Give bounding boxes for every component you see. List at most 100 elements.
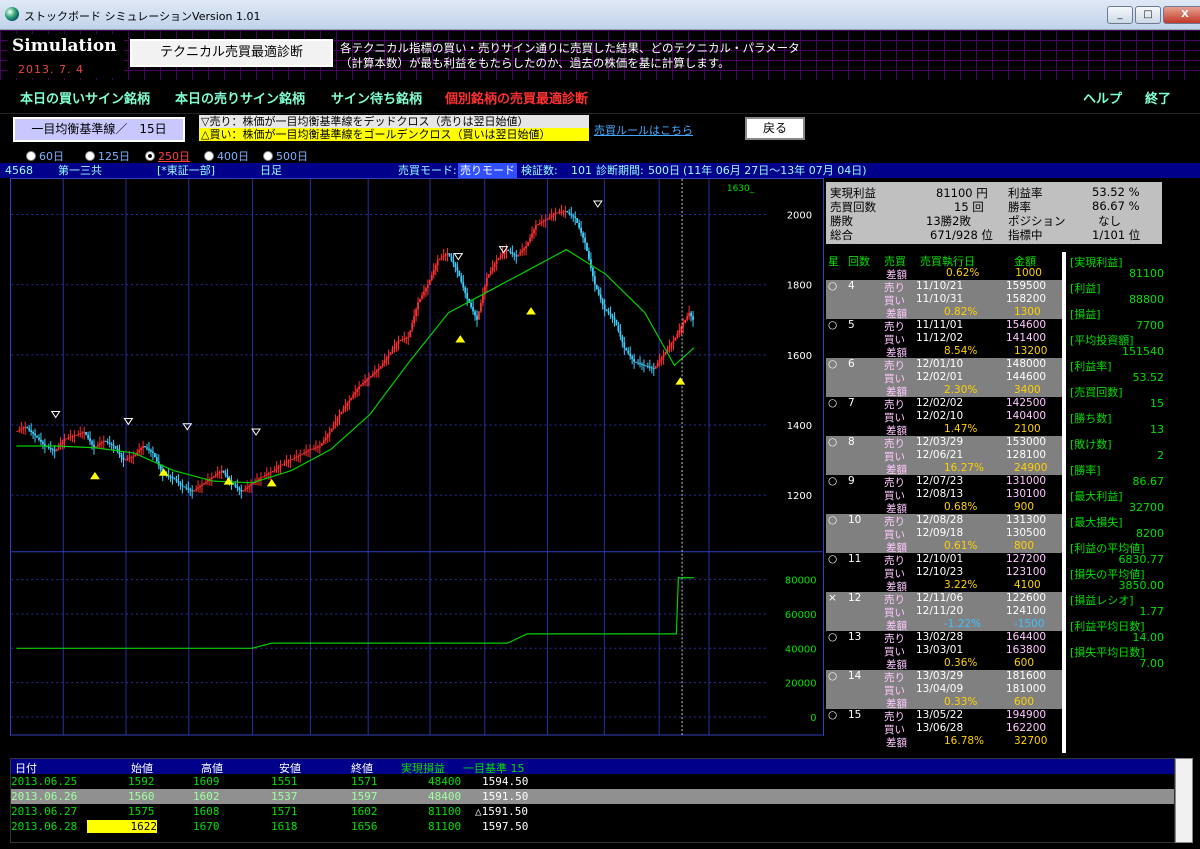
candle-body [49,448,52,450]
table-cell: 48400 [428,790,462,803]
table-cell: 81100 [428,820,462,833]
trade-entry[interactable]: ○ 6 売り 12/01/10 148000 買い 12/02/01 144600 差額 2.30… [826,358,1062,398]
summary-value: 15 [1150,397,1164,410]
candle-body [403,338,406,340]
trade-number: 7 [848,397,855,409]
candle-body [466,293,469,299]
candle-body [674,337,677,341]
trade-date: 12/08/13 [916,488,964,500]
candle-body [448,253,451,257]
period-radio-400[interactable]: 400日 [204,148,249,164]
period-radio-250[interactable]: 250日 [145,148,190,164]
price-tick-label: 1400 [787,421,812,432]
candle-body [646,366,649,368]
back-button[interactable]: 戻る [745,117,805,140]
candle-body [389,352,392,355]
trade-entry[interactable]: ○ 7 売り 12/02/02 142500 買い 12/02/10 140400 差額 1.47… [826,397,1062,437]
candle-body [309,449,311,451]
candle-body [262,476,264,478]
first-diff-row: 差額 0.62% 1000 [826,268,1062,281]
trade-date: 12/10/23 [916,566,964,578]
candle-body [399,340,402,342]
nav-buy-signals[interactable]: 本日の買いサイン銘柄 [20,88,150,107]
trade-entry[interactable]: ○ 15 売り 13/05/22 194900 買い 13/06/28 162200 差額 16.… [826,709,1062,749]
last-price-label: 1630_ [727,184,755,194]
price-chart[interactable]: 2000 1800 1600 1400 1200 80000 60000 40000 2000… [10,178,824,753]
nav-help[interactable]: ヘルプ [1083,88,1122,107]
trade-mark: ○ [828,397,838,409]
table-scrollbar[interactable] [1175,758,1193,843]
trade-entry[interactable]: ○ 10 売り 12/08/28 131300 買い 12/09/18 130500 差額 0.6… [826,514,1062,554]
trade-entry[interactable]: ○ 4 売り 11/10/21 159500 買い 11/10/31 158200 差額 0.82… [826,280,1062,320]
summary-value: 1.77 [1139,605,1165,618]
candle-body [527,241,529,247]
maximize-button[interactable]: □ [1135,6,1161,24]
candle-body [670,343,673,347]
candle-body [607,311,610,314]
trade-date: 11/10/31 [916,293,964,305]
indicator-button[interactable]: 一目均衡基準線／ 15日 [13,117,185,142]
nav-optimal-diagnosis[interactable]: 個別銘柄の売買最適診断 [445,88,588,107]
period-radio-500[interactable]: 500日 [263,148,308,164]
table-row[interactable]: 2013.06.25 1592 1609 1551 1571 48400 1594.50 [11,774,1174,789]
nav-wait-signals[interactable]: サイン待ち銘柄 [331,88,422,107]
period-radio-125[interactable]: 125日 [85,148,130,164]
price-table: 日付 始値 高値 安値 終値 実現損益 一目基準 15 2013.06.25 1592 1609… [10,758,1175,843]
trade-entry[interactable]: ○ 5 売り 11/11/01 154600 買い 11/12/02 141400 差額 8.54… [826,319,1062,359]
candle-body [373,372,376,375]
nav-sell-signals[interactable]: 本日の売りサイン銘柄 [175,88,305,107]
trade-list[interactable]: 差額 0.62% 1000 ○ 4 売り 11/10/21 159500 買い 11/10/… [826,268,1062,753]
trade-rule-link[interactable]: 売買ルールはこちら [594,122,693,138]
trade-amount: 148000 [1006,358,1047,370]
candle-body [138,450,141,453]
trade-entry[interactable]: ○ 13 売り 13/02/28 164400 買い 13/03/01 163800 差額 0.3… [826,631,1062,671]
trade-date: 11/10/21 [916,280,964,292]
trade-amount: 130500 [1006,527,1047,539]
candle-body [273,469,276,471]
period-radio-60[interactable]: 60日 [26,148,64,164]
candle-body [295,456,298,458]
candle-body [574,216,577,219]
trade-number: 6 [848,358,855,370]
candle-body [338,414,341,418]
candle-body [639,363,641,365]
table-cell: 48400 [428,775,462,788]
candle-body [542,220,545,222]
candle-body [621,336,624,343]
table-row[interactable]: 2013.06.26 1560 1602 1537 1597 48400 1591.50 [11,789,1174,804]
table-cell: 1618 [271,820,298,833]
nav-exit[interactable]: 終了 [1145,88,1171,107]
candle-body [446,253,449,255]
trade-amount: 141400 [1006,332,1047,344]
candle-body [481,294,484,303]
candle-body [305,451,308,453]
candle-body [293,457,296,459]
stat-label: 指標中 [1008,228,1043,242]
diagnosis-button[interactable]: テクニカル売買最適診断 [130,39,333,67]
trade-amount: 131000 [1006,475,1047,487]
trade-entry[interactable]: ○ 14 売り 13/03/29 181600 買い 13/04/09 181000 差額 0.3… [826,670,1062,710]
table-row[interactable]: 2013.06.28 1622 1670 1618 1656 81100 1597.50 [11,819,1174,834]
stock-market: [*東証一部] [157,164,216,177]
candle-body [120,454,123,458]
candle-body [564,211,567,213]
candle-body [346,403,349,407]
candle-body [599,294,602,300]
candle-body [265,474,268,476]
minimize-button[interactable]: _ [1107,6,1133,24]
trade-entry[interactable]: ○ 9 売り 12/07/23 131000 買い 12/08/13 130100 差額 0.68… [826,475,1062,515]
trade-entry[interactable]: ○ 8 売り 12/03/29 153000 買い 12/06/21 128100 差額 16.2… [826,436,1062,476]
trade-entry[interactable]: × 12 売り 12/11/06 122600 買い 12/11/20 124100 差額 -1.… [826,592,1062,632]
close-button[interactable]: X [1163,6,1200,24]
candle-body [521,250,524,253]
stat-value: 1/101 位 [1092,228,1141,242]
candle-body [75,434,78,436]
trade-entry[interactable]: ○ 11 売り 12/10/01 127200 買い 12/10/23 123100 差額 3.2… [826,553,1062,593]
trade-date: 12/03/29 [916,436,964,448]
trade-diff: 900 [1014,501,1035,513]
summary-value: 8200 [1136,527,1164,540]
table-row[interactable]: 2013.06.27 1575 1608 1571 1602 81100 △1591.50 [11,804,1174,819]
candle-body [625,347,628,351]
stat-value: 671/928 位 [930,228,993,242]
diff-amount: 1000 [1015,268,1042,279]
